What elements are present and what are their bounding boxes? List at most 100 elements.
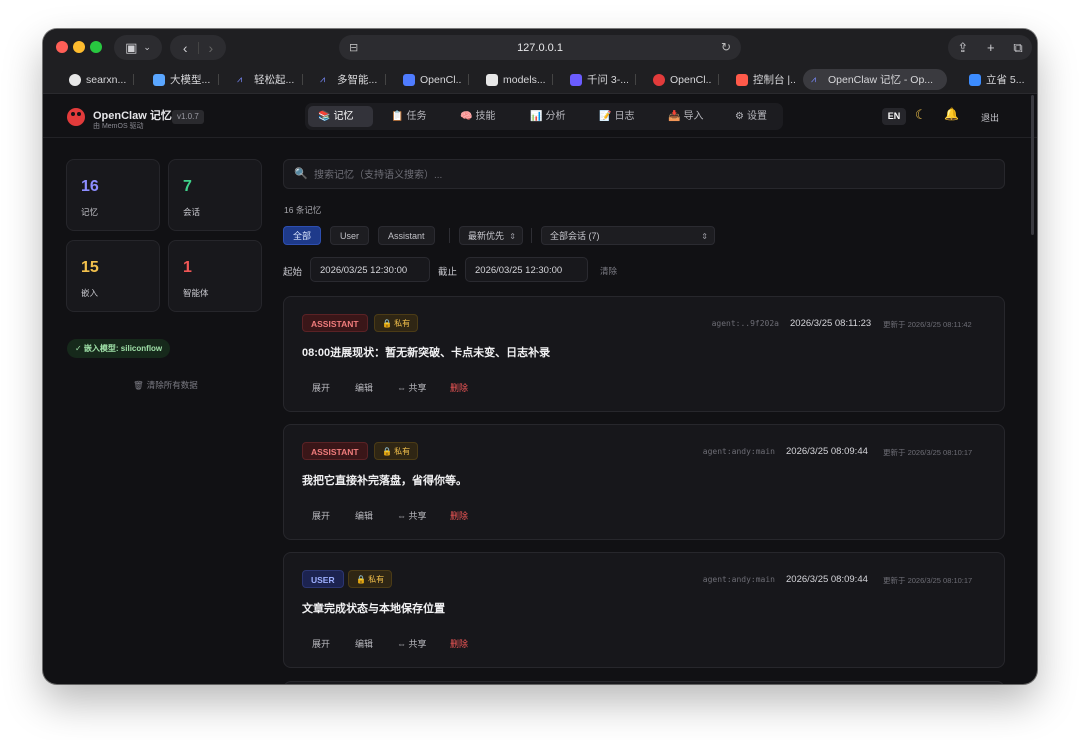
session-select[interactable]: 全部会话 (7) ⇕: [541, 226, 715, 245]
url-text: 127.0.0.1: [517, 41, 563, 54]
filter-all[interactable]: 全部: [283, 226, 322, 245]
browser-tab[interactable]: ⩘ 轻松起...: [237, 69, 295, 90]
search-icon: 🔍: [294, 168, 308, 180]
logout-button[interactable]: 退出: [981, 111, 999, 124]
close-window-button[interactable]: [56, 41, 68, 53]
browser-tab[interactable]: ⩘ 多智能...: [320, 69, 378, 90]
forward-button[interactable]: ›: [209, 40, 214, 56]
browser-tab[interactable]: 立省 5...: [969, 69, 1029, 90]
history-nav: ‹ ›: [170, 35, 226, 60]
privacy-badge: 🔒 私有: [374, 314, 419, 332]
delete-button[interactable]: 删除: [450, 509, 468, 522]
edit-button[interactable]: 编辑: [355, 637, 373, 650]
language-toggle[interactable]: EN: [882, 108, 906, 125]
address-bar[interactable]: ⊟ 127.0.0.1 ↻: [339, 35, 741, 60]
stat-label: 嵌入: [81, 288, 99, 298]
moon-icon[interactable]: ☾: [915, 107, 927, 123]
tab-favicon: [403, 73, 415, 86]
memory-count: 16 条记忆: [284, 205, 322, 215]
brand-subtitle: 由 MemOS 驱动: [93, 123, 144, 130]
delete-button[interactable]: 删除: [450, 381, 468, 394]
memory-title: 文章完成状态与本地保存位置: [302, 603, 445, 615]
tab-bar: searxn... 大模型... ⩘ 轻松起... ⩘ 多智能... OpenCl.…: [43, 65, 1037, 94]
expand-button[interactable]: 展开: [312, 381, 330, 394]
browser-tab[interactable]: OpenCl...: [653, 69, 711, 90]
stat-label: 智能体: [183, 288, 209, 298]
browser-window: ▣ ⌄ ‹ › ⊟ 127.0.0.1 ↻ ⇪ + ⧉ searxn... 大模型…: [43, 29, 1037, 684]
updated-time: 更新于 2026/3/25 08:11:42: [883, 320, 972, 329]
clear-date-button[interactable]: 清除: [600, 265, 617, 277]
updated-time: 更新于 2026/3/25 08:10:17: [883, 448, 973, 457]
share-button[interactable]: ⇔ 共享: [397, 381, 427, 394]
sidebar-toggle-button[interactable]: ▣ ⌄: [114, 35, 162, 60]
minimize-window-button[interactable]: [73, 41, 85, 53]
sort-select[interactable]: 最新优先 ⇕: [459, 226, 523, 245]
app-header: OpenClaw 记忆 由 MemOS 驱动 v1.0.7 📚 记忆 📋 任务 🧠 技…: [43, 95, 1037, 138]
stat-value: 15: [81, 259, 99, 276]
tab-settings[interactable]: ⚙ 设置: [725, 106, 777, 127]
stat-value: 1: [183, 259, 192, 276]
tab-memories[interactable]: 📚 记忆: [308, 106, 373, 127]
reload-icon[interactable]: ↻: [721, 40, 731, 54]
stat-value: 16: [81, 178, 99, 195]
bell-icon[interactable]: 🔔: [944, 107, 959, 121]
bar-chart-icon: 📊: [530, 111, 543, 122]
browser-tab[interactable]: 控制台 |...: [736, 69, 796, 90]
brain-icon: 🧠: [460, 111, 473, 122]
stat-value: 7: [183, 178, 192, 195]
share-icon[interactable]: ⇪: [957, 40, 968, 56]
memory-card: ASSISTANT 🔒 私有 agent:andy:main 2026/3/25…: [283, 424, 1005, 540]
edit-button[interactable]: 编辑: [355, 509, 373, 522]
tab-import[interactable]: 📥 导入: [658, 106, 713, 127]
browser-tab[interactable]: models...: [486, 69, 546, 90]
browser-tab[interactable]: 大模型...: [153, 69, 211, 90]
from-label: 起始: [283, 267, 303, 278]
created-time: 2026/3/25 08:09:44: [786, 574, 868, 585]
expand-button[interactable]: 展开: [312, 509, 330, 522]
tab-favicon: [570, 73, 582, 86]
search-input[interactable]: [314, 165, 994, 185]
chevron-updown-icon: ⇕: [509, 232, 516, 241]
back-button[interactable]: ‹: [183, 40, 188, 56]
edit-button[interactable]: 编辑: [355, 381, 373, 394]
browser-tab[interactable]: OpenCl...: [403, 69, 461, 90]
tab-skills[interactable]: 🧠 技能: [450, 106, 505, 127]
tab-favicon: [486, 73, 498, 86]
clear-all-data-button[interactable]: 🗑 清除所有数据: [133, 379, 198, 391]
browser-tab-active[interactable]: ⩘ OpenClaw 记忆 - Op...: [803, 69, 947, 90]
scrollbar[interactable]: [1031, 95, 1034, 235]
delete-button[interactable]: 删除: [450, 637, 468, 650]
stat-card-agents: 1 智能体: [168, 240, 262, 312]
memo-icon: 📝: [599, 111, 612, 122]
expand-button[interactable]: 展开: [312, 637, 330, 650]
browser-tab[interactable]: searxn...: [69, 69, 127, 90]
trash-icon: 🗑: [133, 380, 144, 390]
share-button[interactable]: ⇔ 共享: [397, 509, 427, 522]
role-badge: USER: [302, 570, 344, 588]
sidebar-icon: ▣: [125, 39, 138, 55]
tab-overview-icon[interactable]: ⧉: [1013, 40, 1022, 56]
zoom-window-button[interactable]: [90, 41, 102, 53]
tab-favicon: [736, 73, 748, 86]
tab-favicon: ⩘: [237, 73, 243, 84]
tab-favicon: [653, 73, 665, 86]
filter-user[interactable]: User: [330, 226, 370, 245]
share-button[interactable]: ⇔ 共享: [397, 637, 427, 650]
tab-tasks[interactable]: 📋 任务: [381, 106, 436, 127]
new-tab-icon[interactable]: +: [987, 40, 995, 55]
tab-logs[interactable]: 📝 日志: [589, 106, 644, 127]
browser-actions: ⇪ + ⧉: [948, 35, 1032, 60]
created-time: 2026/3/25 08:09:44: [786, 446, 868, 457]
memory-card-partial: [283, 681, 1005, 684]
browser-tab[interactable]: 千问 3-...: [570, 69, 628, 90]
tab-analytics[interactable]: 📊 分析: [520, 106, 575, 127]
updated-time: 更新于 2026/3/25 08:10:17: [883, 576, 973, 585]
to-datetime-input[interactable]: 2026/03/25 12:30:00: [465, 257, 588, 282]
stat-card-embeddings: 15 嵌入: [66, 240, 160, 312]
privacy-badge: 🔒 私有: [348, 570, 393, 588]
chevron-updown-icon: ⇕: [701, 232, 708, 241]
from-datetime-input[interactable]: 2026/03/25 12:30:00: [310, 257, 430, 282]
page-settings-icon[interactable]: ⊟: [349, 41, 358, 54]
role-badge: ASSISTANT: [302, 314, 368, 332]
filter-assistant[interactable]: Assistant: [378, 226, 435, 245]
